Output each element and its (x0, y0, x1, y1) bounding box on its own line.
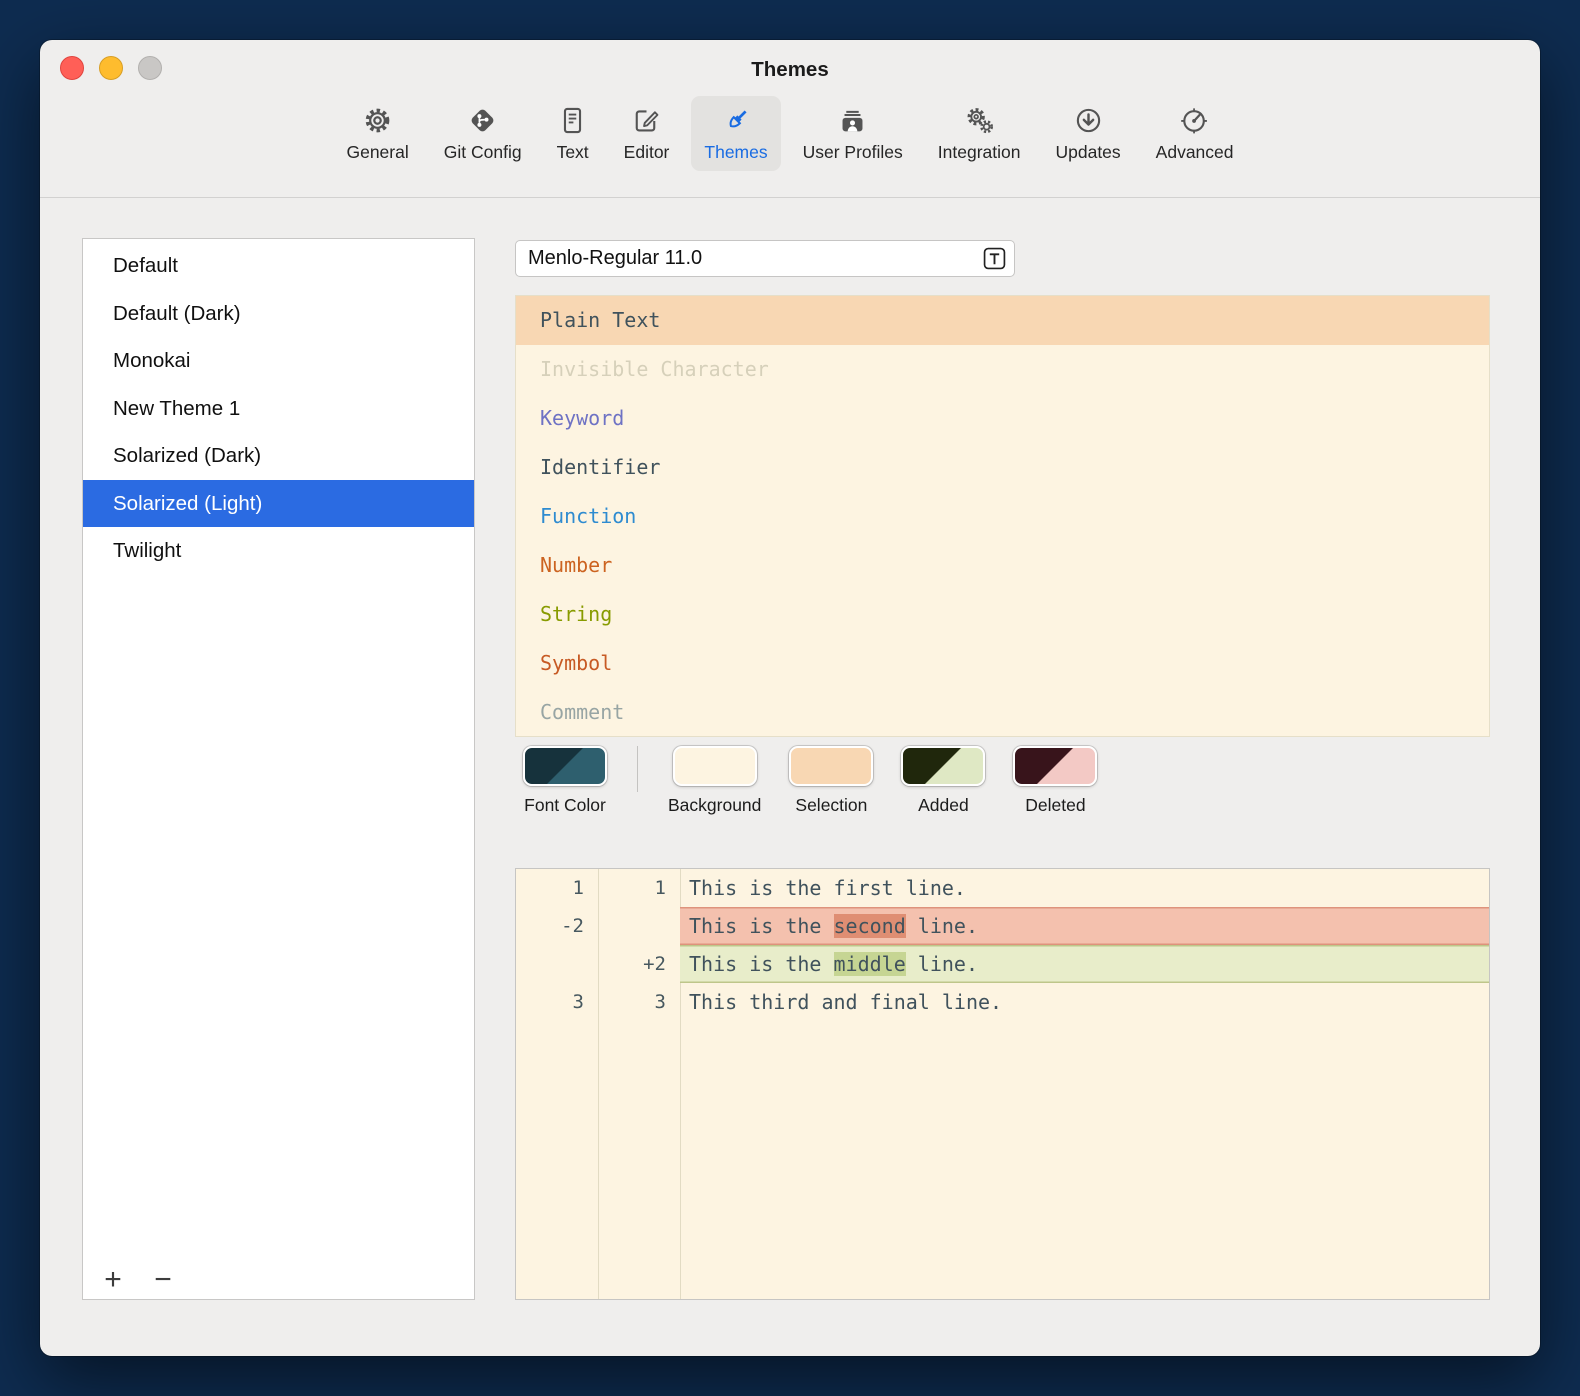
preview-token-identifier[interactable]: Identifier (516, 443, 1489, 492)
theme-token-preview: Plain TextInvisible CharacterKeywordIden… (515, 295, 1490, 737)
diff-line-text: This is the middle line. (680, 945, 1489, 983)
toolbar-item-editor[interactable]: Editor (611, 96, 683, 171)
toolbar-item-label: General (346, 142, 408, 163)
swatch-label: Background (668, 795, 761, 816)
diff-row-deleted: -2 This is the second line. (516, 907, 1489, 945)
diff-gutter-right: 3 (598, 983, 680, 1021)
diff-line-text: This is the second line. (680, 907, 1489, 945)
toolbar-item-user-profiles[interactable]: User Profiles (790, 96, 916, 171)
font-value: Menlo-Regular 11.0 (528, 247, 983, 270)
toolbar-item-label: Integration (938, 142, 1021, 163)
swatch-label: Deleted (1025, 795, 1085, 816)
toolbar-item-label: Editor (624, 142, 670, 163)
diff-gutter-left: 1 (516, 869, 598, 907)
preview-token-function[interactable]: Function (516, 492, 1489, 541)
diff-line-text: This is the first line. (680, 869, 1489, 907)
preview-token-comment[interactable]: Comment (516, 688, 1489, 737)
titlebar: Themes (40, 40, 1540, 96)
toolbar-item-label: User Profiles (803, 142, 903, 163)
toolbar: General Git Config Text Editor Themes Us… (40, 96, 1540, 198)
diff-word-highlight: middle (834, 952, 906, 976)
swatch-selection[interactable] (789, 746, 873, 786)
theme-list-item-default[interactable]: Default (83, 242, 474, 290)
swatch-font-color[interactable] (523, 746, 607, 786)
diff-gutter-left: -2 (516, 907, 598, 945)
preview-token-keyword[interactable]: Keyword (516, 394, 1489, 443)
user-profiles-icon (837, 105, 868, 136)
toolbar-item-label: Advanced (1156, 142, 1234, 163)
swatch-group-background: Background (668, 746, 761, 816)
theme-list-item-solarized-dark[interactable]: Solarized (Dark) (83, 432, 474, 480)
theme-list: DefaultDefault (Dark)MonokaiNew Theme 1S… (83, 239, 474, 575)
swatch-group-deleted: Deleted (1013, 746, 1097, 816)
themes-brush-icon (721, 105, 752, 136)
swatch-group-font-color: Font Color (523, 746, 607, 816)
font-field[interactable]: Menlo-Regular 11.0 (515, 240, 1015, 277)
preview-token-number[interactable]: Number (516, 541, 1489, 590)
diff-gutter-left: 3 (516, 983, 598, 1021)
swatch-label: Added (918, 795, 969, 816)
toolbar-item-label: Text (557, 142, 589, 163)
diff-gutter-right: 1 (598, 869, 680, 907)
toolbar-item-advanced[interactable]: Advanced (1143, 96, 1247, 171)
theme-sidebar: DefaultDefault (Dark)MonokaiNew Theme 1S… (82, 238, 475, 1300)
diff-row-normal: 33This third and final line. (516, 983, 1489, 1021)
theme-list-item-twilight[interactable]: Twilight (83, 527, 474, 575)
updates-download-icon (1073, 105, 1104, 136)
git-branch-icon (467, 105, 498, 136)
theme-list-item-default-dark[interactable]: Default (Dark) (83, 290, 474, 338)
remove-theme-button[interactable]: − (149, 1263, 177, 1297)
preview-token-symbol[interactable]: Symbol (516, 639, 1489, 688)
diff-line-text: This third and final line. (680, 983, 1489, 1021)
toolbar-item-label: Themes (704, 142, 767, 163)
swatch-label: Font Color (524, 795, 606, 816)
toolbar-item-label: Git Config (444, 142, 522, 163)
theme-list-item-solarized-light[interactable]: Solarized (Light) (83, 480, 474, 528)
toolbar-item-label: Updates (1055, 142, 1120, 163)
swatch-group-added: Added (901, 746, 985, 816)
integration-gears-icon (964, 105, 995, 136)
theme-list-item-new-theme-1[interactable]: New Theme 1 (83, 385, 474, 433)
swatch-background[interactable] (673, 746, 757, 786)
text-document-icon (557, 105, 588, 136)
toolbar-item-themes[interactable]: Themes (691, 96, 780, 171)
toolbar-item-general[interactable]: General (333, 96, 421, 171)
diff-row-normal: 11This is the first line. (516, 869, 1489, 907)
swatch-added[interactable] (901, 746, 985, 786)
diff-gutter-right (598, 907, 680, 945)
window-title: Themes (40, 40, 1540, 96)
editor-pencil-icon (631, 105, 662, 136)
theme-detail-panel: Menlo-Regular 11.0 Plain TextInvisible C… (515, 238, 1490, 1300)
preview-token-invisible-character[interactable]: Invisible Character (516, 345, 1489, 394)
preview-token-string[interactable]: String (516, 590, 1489, 639)
color-swatch-row: Font Color Background Selection Added Delete… (523, 746, 1097, 816)
preview-token-plain-text[interactable]: Plain Text (516, 296, 1489, 345)
gear-icon (362, 105, 393, 136)
font-panel-T-icon[interactable] (983, 247, 1006, 270)
theme-list-item-monokai[interactable]: Monokai (83, 337, 474, 385)
diff-gutter-right: +2 (598, 945, 680, 983)
toolbar-item-updates[interactable]: Updates (1042, 96, 1133, 171)
toolbar-item-text[interactable]: Text (544, 96, 602, 171)
diff-gutter-left (516, 945, 598, 983)
toolbar-item-git-config[interactable]: Git Config (431, 96, 535, 171)
swatch-divider (637, 746, 638, 792)
swatch-group-selection: Selection (789, 746, 873, 816)
diff-preview: 11This is the first line.-2This is the s… (515, 868, 1490, 1300)
preferences-window: Themes General Git Config Text Editor Th… (40, 40, 1540, 1356)
diff-row-added: +2This is the middle line. (516, 945, 1489, 983)
advanced-dial-icon (1179, 105, 1210, 136)
add-theme-button[interactable]: + (99, 1263, 127, 1297)
swatch-deleted[interactable] (1013, 746, 1097, 786)
swatch-label: Selection (795, 795, 867, 816)
toolbar-item-integration[interactable]: Integration (925, 96, 1034, 171)
diff-word-highlight: second (834, 914, 906, 938)
sidebar-actions: + − (99, 1263, 177, 1297)
